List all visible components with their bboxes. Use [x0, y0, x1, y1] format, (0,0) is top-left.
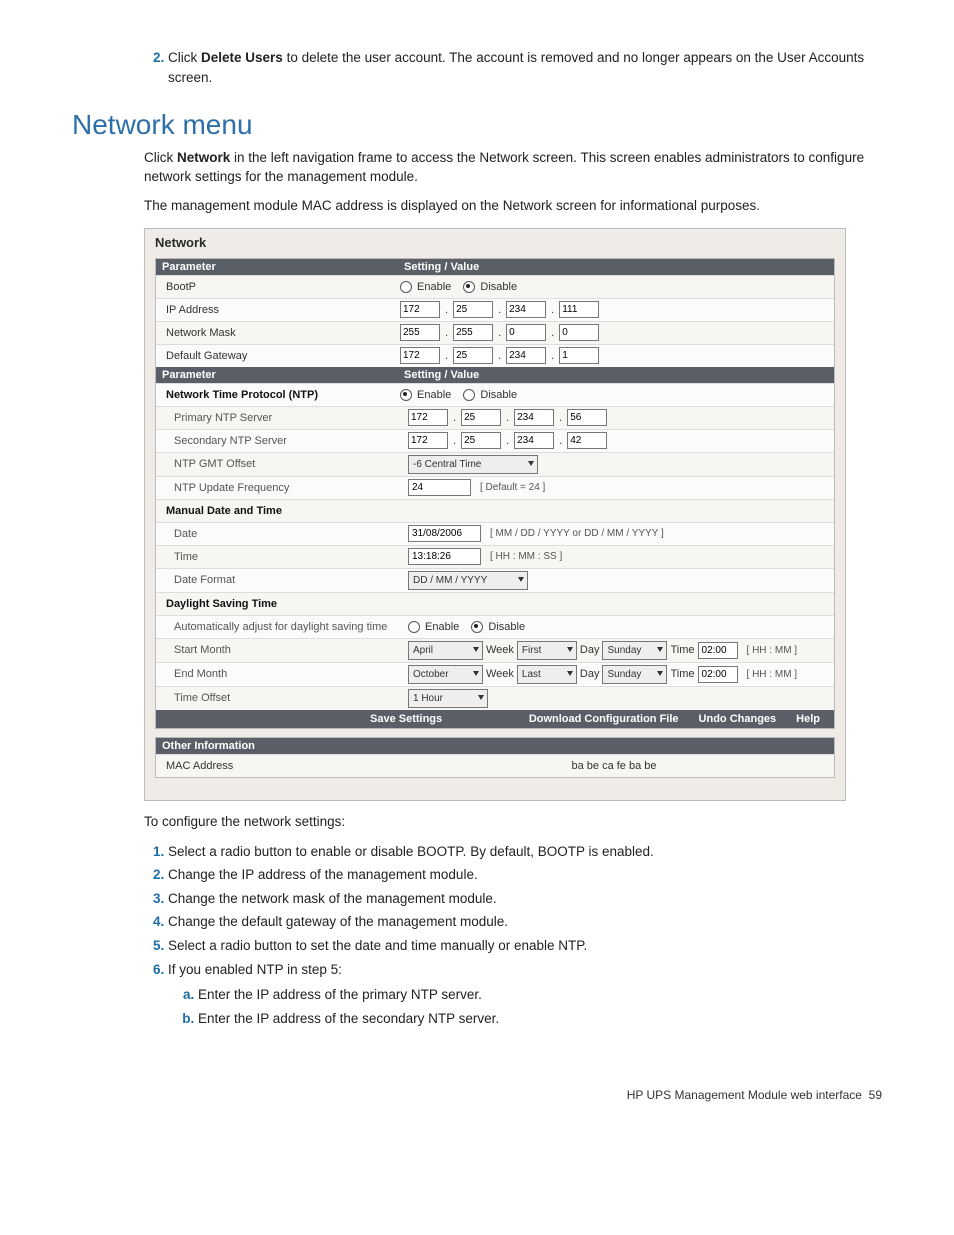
step-5: Select a radio button to set the date an…	[168, 936, 882, 956]
pntp-1[interactable]	[408, 409, 448, 426]
configure-steps: Select a radio button to enable or disab…	[72, 842, 882, 1029]
step-3: Change the network mask of the managemen…	[168, 889, 882, 909]
configure-intro: To configure the network settings:	[144, 813, 882, 832]
button-bar: Save Settings Download Configuration Fil…	[156, 710, 834, 728]
download-config-button[interactable]: Download Configuration File	[529, 713, 679, 725]
sntp-4[interactable]	[567, 432, 607, 449]
mac-address-label: MAC Address	[156, 757, 394, 775]
step-1: Select a radio button to enable or disab…	[168, 842, 882, 862]
start-day-select[interactable]: Sunday	[602, 641, 667, 660]
end-day-select[interactable]: Sunday	[602, 665, 667, 684]
primary-ntp-label: Primary NTP Server	[156, 409, 402, 427]
manual-date-label: Manual Date and Time	[156, 502, 394, 520]
mask-octet-3[interactable]	[506, 324, 546, 341]
date-format-select[interactable]: DD / MM / YYYY	[408, 571, 528, 590]
start-month-select[interactable]: April	[408, 641, 483, 660]
mask-octet-1[interactable]	[400, 324, 440, 341]
step-4: Change the default gateway of the manage…	[168, 912, 882, 932]
gw-octet-4[interactable]	[559, 347, 599, 364]
ip-octet-4[interactable]	[559, 301, 599, 318]
screenshot-title: Network	[145, 229, 845, 258]
save-settings-button[interactable]: Save Settings	[370, 713, 442, 725]
gmt-offset-label: NTP GMT Offset	[156, 455, 402, 473]
auto-dst-label: Automatically adjust for daylight saving…	[156, 618, 402, 636]
gw-octet-2[interactable]	[453, 347, 493, 364]
sntp-1[interactable]	[408, 432, 448, 449]
table-header: Parameter Setting / Value	[156, 259, 834, 275]
bootp-disable-radio[interactable]	[463, 281, 475, 293]
step-6: If you enabled NTP in step 5: Enter the …	[168, 960, 882, 1029]
ntp-freq-input[interactable]	[408, 479, 471, 496]
ip-octet-1[interactable]	[400, 301, 440, 318]
end-month-select[interactable]: October	[408, 665, 483, 684]
gateway-label: Default Gateway	[156, 347, 394, 365]
pntp-2[interactable]	[461, 409, 501, 426]
mask-octet-2[interactable]	[453, 324, 493, 341]
sntp-3[interactable]	[514, 432, 554, 449]
substep-b: Enter the IP address of the secondary NT…	[198, 1009, 882, 1029]
ip-octet-2[interactable]	[453, 301, 493, 318]
substeps: Enter the IP address of the primary NTP …	[168, 985, 882, 1028]
gw-octet-1[interactable]	[400, 347, 440, 364]
gw-octet-3[interactable]	[506, 347, 546, 364]
dst-enable-radio[interactable]	[408, 621, 420, 633]
mask-octet-4[interactable]	[559, 324, 599, 341]
mask-label: Network Mask	[156, 324, 394, 342]
ntp-label: Network Time Protocol (NTP)	[156, 386, 394, 404]
table-header-2: Parameter Setting / Value	[156, 367, 834, 383]
other-info-header: Other Information	[156, 738, 834, 754]
step-2: Change the IP address of the management …	[168, 865, 882, 885]
previous-steps: Click Delete Users to delete the user ac…	[72, 48, 882, 87]
substep-a: Enter the IP address of the primary NTP …	[198, 985, 882, 1005]
undo-changes-button[interactable]: Undo Changes	[699, 713, 777, 725]
ntp-disable-radio[interactable]	[463, 389, 475, 401]
mac-address-value: ba be ca fe ba be	[571, 760, 656, 772]
ip-label: IP Address	[156, 301, 394, 319]
bootp-label: BootP	[156, 278, 394, 296]
section-heading: Network menu	[72, 109, 882, 141]
other-info-panel: Other Information MAC Address ba be ca f…	[155, 737, 835, 778]
time-input[interactable]	[408, 548, 481, 565]
network-screenshot: Network Parameter Setting / Value BootP …	[144, 228, 846, 801]
pntp-4[interactable]	[567, 409, 607, 426]
pntp-3[interactable]	[514, 409, 554, 426]
dst-disable-radio[interactable]	[471, 621, 483, 633]
sntp-2[interactable]	[461, 432, 501, 449]
start-week-select[interactable]: First	[517, 641, 577, 660]
time-label: Time	[156, 548, 402, 566]
date-label: Date	[156, 525, 402, 543]
ip-octet-3[interactable]	[506, 301, 546, 318]
bootp-enable-radio[interactable]	[400, 281, 412, 293]
ntp-enable-radio[interactable]	[400, 389, 412, 401]
end-week-select[interactable]: Last	[517, 665, 577, 684]
time-offset-label: Time Offset	[156, 689, 402, 707]
page-footer: HP UPS Management Module web interface 5…	[72, 1088, 882, 1102]
date-input[interactable]	[408, 525, 481, 542]
help-button[interactable]: Help	[796, 713, 820, 725]
date-format-label: Date Format	[156, 571, 402, 589]
basic-network-panel: Parameter Setting / Value BootP Enable D…	[155, 258, 835, 729]
start-month-label: Start Month	[156, 641, 402, 659]
end-time-input[interactable]	[698, 666, 738, 683]
end-month-label: End Month	[156, 665, 402, 683]
dst-label: Daylight Saving Time	[156, 595, 394, 613]
secondary-ntp-label: Secondary NTP Server	[156, 432, 402, 450]
start-time-input[interactable]	[698, 642, 738, 659]
step-delete-users: Click Delete Users to delete the user ac…	[168, 48, 882, 87]
intro-paragraph-1: Click Network in the left navigation fra…	[144, 149, 882, 187]
ntp-freq-label: NTP Update Frequency	[156, 479, 402, 497]
time-offset-select[interactable]: 1 Hour	[408, 689, 488, 708]
intro-paragraph-2: The management module MAC address is dis…	[144, 197, 882, 216]
gmt-offset-select[interactable]: -6 Central Time	[408, 455, 538, 474]
